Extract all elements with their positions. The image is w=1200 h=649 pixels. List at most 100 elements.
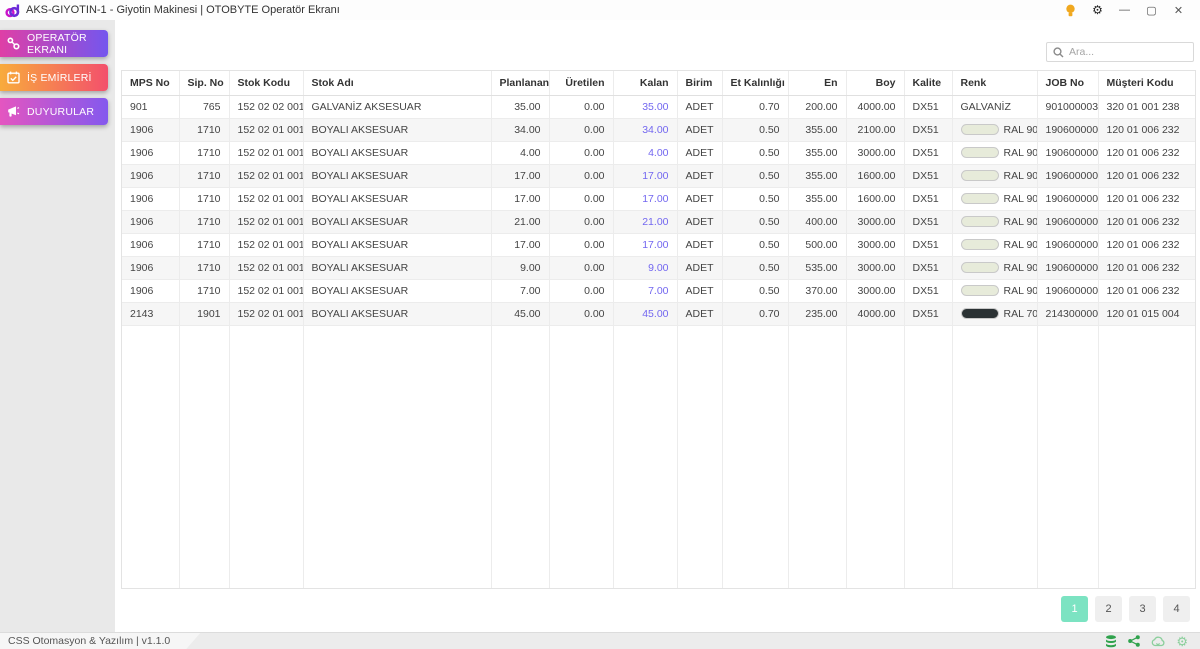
cell-birim: ADET xyxy=(677,95,722,118)
search-box xyxy=(1046,42,1194,62)
cell-birim: ADET xyxy=(677,233,722,256)
cell-musteri: 120 01 015 004 xyxy=(1098,302,1195,325)
cell-en: 535.00 xyxy=(788,256,846,279)
cell-musteri: 120 01 006 232 xyxy=(1098,187,1195,210)
cell-en: 500.00 xyxy=(788,233,846,256)
cell-stok_kodu: 152 02 01 001 xyxy=(229,233,303,256)
cell-planlanan: 7.00 xyxy=(491,279,549,302)
cell-et: 0.50 xyxy=(722,187,788,210)
cell-kalite: DX51 xyxy=(904,233,952,256)
column-header-birim[interactable]: Birim xyxy=(677,71,722,95)
cell-stok_kodu: 152 02 01 001 xyxy=(229,302,303,325)
cell-en: 355.00 xyxy=(788,141,846,164)
gear-icon[interactable]: ⚙ xyxy=(1176,635,1188,648)
cell-et: 0.50 xyxy=(722,279,788,302)
cell-kalan: 9.00 xyxy=(613,256,677,279)
table-row[interactable]: 19061710152 02 01 001BOYALI AKSESUAR17.0… xyxy=(122,164,1195,187)
table-row[interactable]: 19061710152 02 01 001BOYALI AKSESUAR17.0… xyxy=(122,233,1195,256)
cell-mps: 1906 xyxy=(122,210,179,233)
cell-kalite: DX51 xyxy=(904,95,952,118)
cell-job: 1906000003 xyxy=(1037,279,1098,302)
column-header-mps[interactable]: MPS No xyxy=(122,71,179,95)
cell-kalite: DX51 xyxy=(904,210,952,233)
column-header-en[interactable]: En xyxy=(788,71,846,95)
window-title: AKS-GIYOTIN-1 - Giyotin Makinesi | OTOBY… xyxy=(26,4,340,16)
cell-kalan: 4.00 xyxy=(613,141,677,164)
cell-mps: 2143 xyxy=(122,302,179,325)
column-header-job[interactable]: JOB No xyxy=(1037,71,1098,95)
cell-mps: 1906 xyxy=(122,233,179,256)
sidebar-item-duyurular[interactable]: DUYURULAR xyxy=(0,98,108,125)
cell-sip: 1710 xyxy=(179,210,229,233)
column-header-stok_adi[interactable]: Stok Adı xyxy=(303,71,491,95)
cell-kalite: DX51 xyxy=(904,187,952,210)
table-row[interactable]: 19061710152 02 01 001BOYALI AKSESUAR7.00… xyxy=(122,279,1195,302)
column-header-boy[interactable]: Boy xyxy=(846,71,904,95)
calendar-check-icon xyxy=(7,71,20,84)
cell-sip: 1710 xyxy=(179,141,229,164)
column-header-uretilen[interactable]: Üretilen xyxy=(549,71,613,95)
page-button-1[interactable]: 1 xyxy=(1061,596,1088,622)
cell-mps: 901 xyxy=(122,95,179,118)
close-button[interactable]: ✕ xyxy=(1165,1,1192,19)
cell-boy: 3000.00 xyxy=(846,210,904,233)
sidebar-item-is-emirleri[interactable]: İŞ EMİRLERİ xyxy=(0,64,108,91)
column-header-stok_kodu[interactable]: Stok Kodu xyxy=(229,71,303,95)
column-header-sip[interactable]: Sip. No xyxy=(179,71,229,95)
search-input[interactable] xyxy=(1069,46,1187,58)
table-row[interactable]: 21431901152 02 01 001BOYALI AKSESUAR45.0… xyxy=(122,302,1195,325)
table-row[interactable]: 19061710152 02 01 001BOYALI AKSESUAR34.0… xyxy=(122,118,1195,141)
theme-bulb-icon[interactable] xyxy=(1057,1,1084,19)
cell-kalite: DX51 xyxy=(904,279,952,302)
column-header-kalite[interactable]: Kalite xyxy=(904,71,952,95)
cell-boy: 1600.00 xyxy=(846,164,904,187)
cell-sip: 1710 xyxy=(179,233,229,256)
color-swatch xyxy=(961,147,999,158)
cell-stok_kodu: 152 02 01 001 xyxy=(229,256,303,279)
column-header-et[interactable]: Et Kalınlığı xyxy=(722,71,788,95)
table-row[interactable]: 901765152 02 02 001GALVANİZ AKSESUAR35.0… xyxy=(122,95,1195,118)
cell-birim: ADET xyxy=(677,256,722,279)
cell-boy: 3000.00 xyxy=(846,141,904,164)
app-window: AKS-GIYOTIN-1 - Giyotin Makinesi | OTOBY… xyxy=(0,0,1200,649)
page-button-4[interactable]: 4 xyxy=(1163,596,1190,622)
cell-mps: 1906 xyxy=(122,187,179,210)
column-header-musteri[interactable]: Müşteri Kodu xyxy=(1098,71,1195,95)
sidebar: OPERATÖR EKRANI İŞ EMİRLERİ DUYURULAR xyxy=(0,20,115,632)
cell-sip: 1710 xyxy=(179,256,229,279)
cell-stok_adi: BOYALI AKSESUAR xyxy=(303,302,491,325)
cell-birim: ADET xyxy=(677,187,722,210)
cell-et: 0.50 xyxy=(722,233,788,256)
database-icon[interactable] xyxy=(1105,635,1117,648)
main-content: MPS NoSip. NoStok KoduStok AdıPlanlananÜ… xyxy=(115,20,1200,632)
minimize-button[interactable]: — xyxy=(1111,1,1138,19)
cloud-sync-icon[interactable] xyxy=(1151,636,1165,647)
maximize-button[interactable]: ▢ xyxy=(1138,1,1165,19)
table-row[interactable]: 19061710152 02 01 001BOYALI AKSESUAR17.0… xyxy=(122,187,1195,210)
footer-version-text: CSS Otomasyon & Yazılım | v1.1.0 xyxy=(0,633,200,649)
table-row[interactable]: 19061710152 02 01 001BOYALI AKSESUAR4.00… xyxy=(122,141,1195,164)
column-header-kalan[interactable]: Kalan xyxy=(613,71,677,95)
sidebar-item-operator-ekrani[interactable]: OPERATÖR EKRANI xyxy=(0,30,108,57)
settings-gear-icon[interactable]: ⚙ xyxy=(1084,1,1111,19)
share-icon[interactable] xyxy=(1128,635,1140,647)
table-row[interactable]: 19061710152 02 01 001BOYALI AKSESUAR9.00… xyxy=(122,256,1195,279)
cell-en: 355.00 xyxy=(788,187,846,210)
cell-et: 0.70 xyxy=(722,95,788,118)
table-row[interactable]: 19061710152 02 01 001BOYALI AKSESUAR21.0… xyxy=(122,210,1195,233)
column-header-planlanan[interactable]: Planlanan xyxy=(491,71,549,95)
orders-table: MPS NoSip. NoStok KoduStok AdıPlanlananÜ… xyxy=(122,71,1196,588)
cell-stok_adi: BOYALI AKSESUAR xyxy=(303,279,491,302)
cell-stok_adi: GALVANİZ AKSESUAR xyxy=(303,95,491,118)
cell-kalan: 34.00 xyxy=(613,118,677,141)
cell-kalite: DX51 xyxy=(904,256,952,279)
page-button-3[interactable]: 3 xyxy=(1129,596,1156,622)
cell-stok_kodu: 152 02 01 001 xyxy=(229,210,303,233)
megaphone-icon xyxy=(7,105,20,118)
cell-boy: 3000.00 xyxy=(846,279,904,302)
column-header-renk[interactable]: Renk xyxy=(952,71,1037,95)
color-swatch xyxy=(961,262,999,273)
cell-stok_adi: BOYALI AKSESUAR xyxy=(303,164,491,187)
page-button-2[interactable]: 2 xyxy=(1095,596,1122,622)
cell-planlanan: 9.00 xyxy=(491,256,549,279)
